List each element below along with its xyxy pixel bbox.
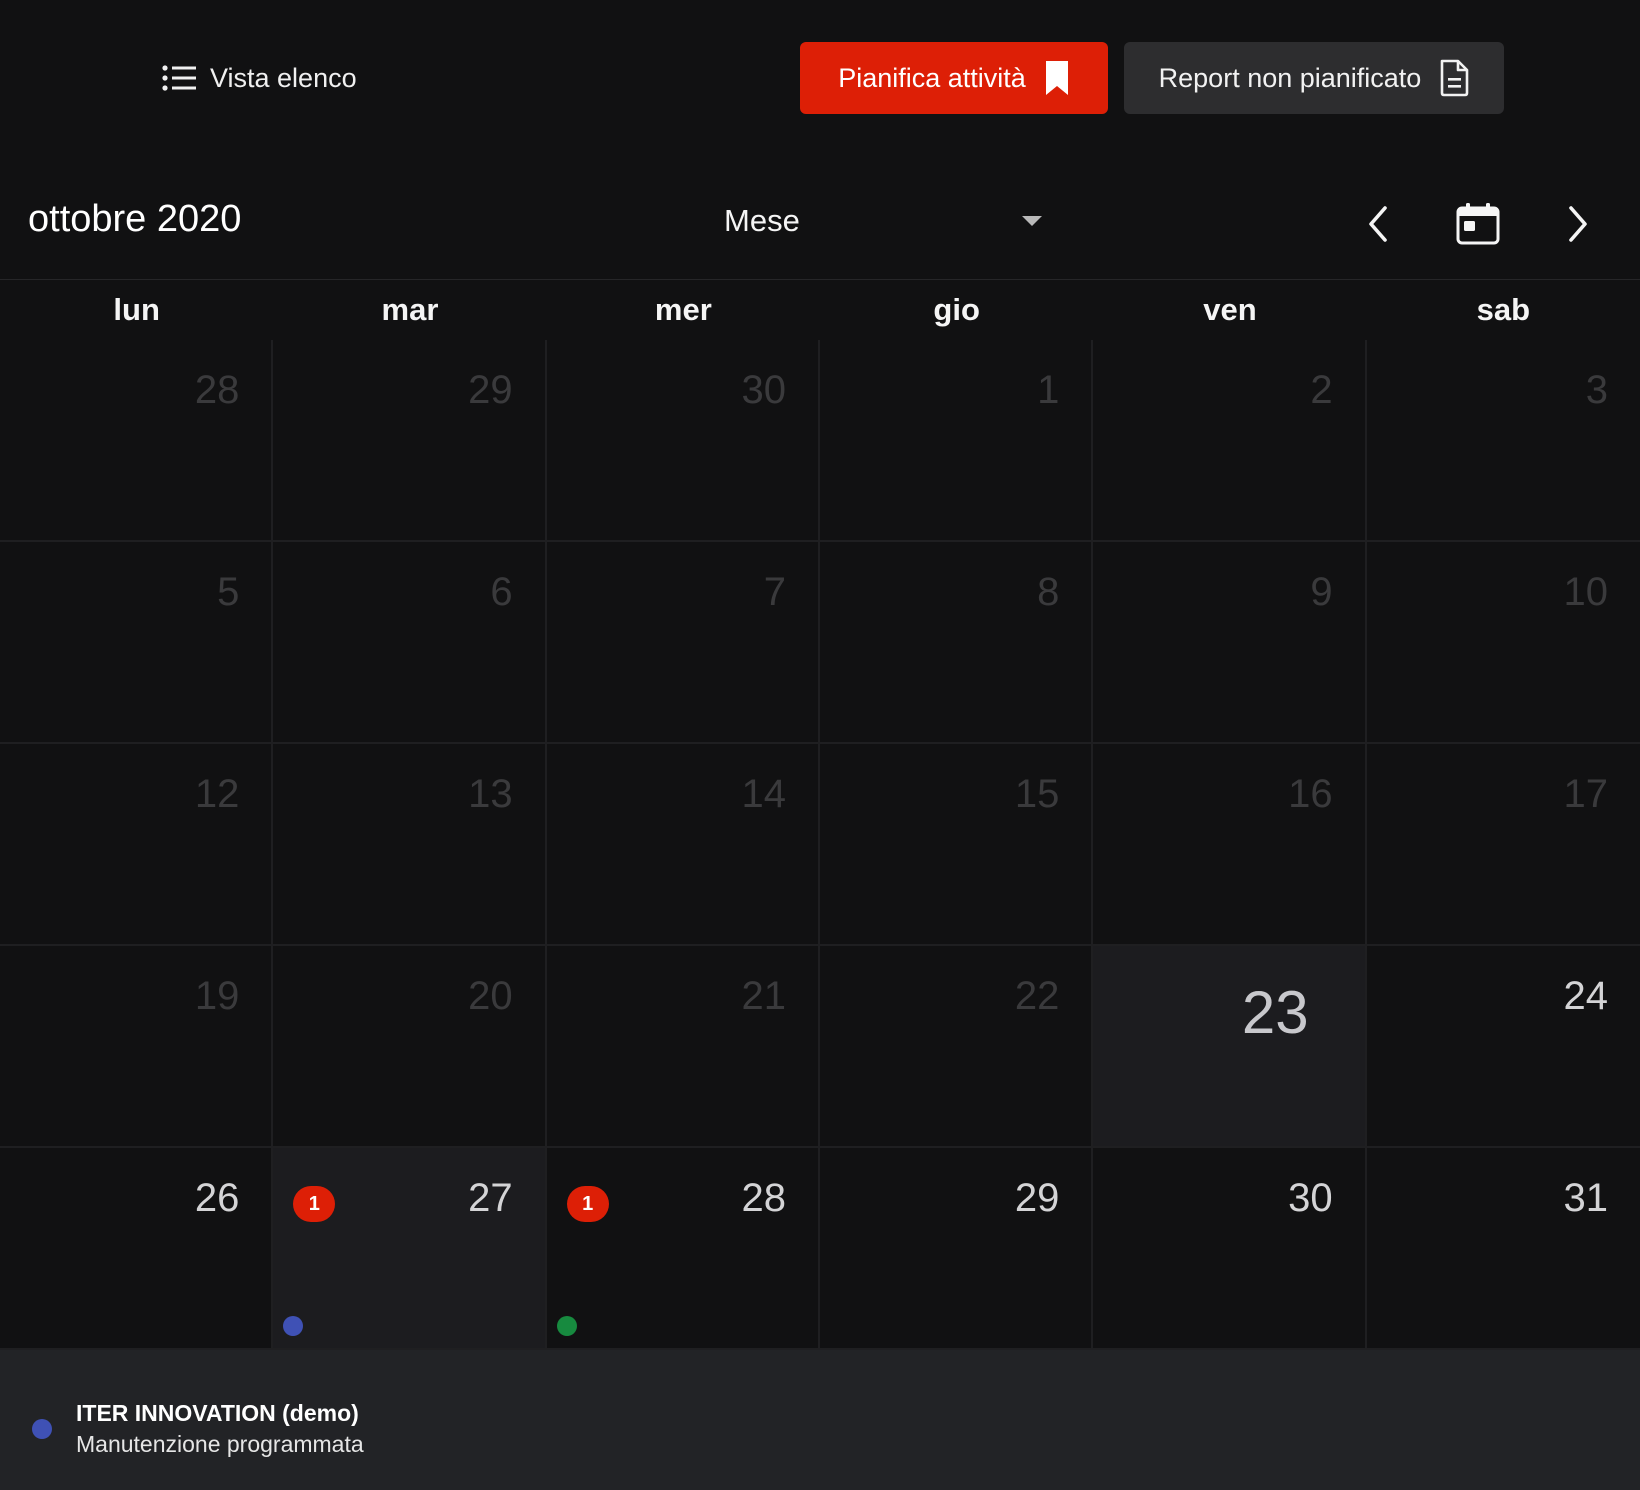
event-count-badge: 1 xyxy=(293,1186,336,1222)
event-text: ITER INNOVATION (demo) Manutenzione prog… xyxy=(76,1400,364,1458)
day-number: 8 xyxy=(1037,570,1060,614)
event-dot xyxy=(556,1316,577,1336)
day-number: 26 xyxy=(194,1176,240,1220)
day-cell[interactable]: 30 xyxy=(546,340,820,542)
day-number: 28 xyxy=(741,1176,787,1220)
day-number: 15 xyxy=(1014,772,1060,816)
view-select[interactable]: Mese xyxy=(724,196,1044,246)
event-count-badge: 1 xyxy=(566,1186,609,1222)
day-number: 17 xyxy=(1563,772,1609,816)
unplanned-report-button[interactable]: Report non pianificato xyxy=(1124,42,1504,114)
day-number: 14 xyxy=(741,772,787,816)
bookmark-icon xyxy=(1044,59,1070,97)
day-number: 21 xyxy=(741,974,787,1018)
day-number: 19 xyxy=(194,974,240,1018)
day-number: 24 xyxy=(1563,974,1609,1018)
day-number: 29 xyxy=(1014,1176,1060,1220)
day-cell[interactable]: 22 xyxy=(820,946,1094,1148)
day-cell[interactable]: 12 xyxy=(0,744,274,946)
event-item[interactable]: ITER INNOVATION (demo) Manutenzione prog… xyxy=(32,1400,364,1458)
event-subtitle: Manutenzione programmata xyxy=(76,1431,364,1457)
weekday-label: sab xyxy=(1476,292,1531,327)
event-color-dot xyxy=(32,1419,52,1439)
day-number: 20 xyxy=(468,974,513,1018)
day-cell[interactable]: 10 xyxy=(1366,542,1640,744)
day-cell[interactable]: 29 xyxy=(273,340,547,542)
day-number: 5 xyxy=(217,570,240,614)
day-cell[interactable]: 21 xyxy=(546,946,820,1148)
day-cell[interactable]: 26 xyxy=(0,1148,274,1350)
list-view-label: Vista elenco xyxy=(210,62,357,93)
day-cell[interactable]: 16 xyxy=(1093,744,1367,946)
next-month-button[interactable] xyxy=(1550,198,1606,254)
event-title: ITER INNOVATION (demo) xyxy=(76,1400,359,1426)
day-cell[interactable]: 28 xyxy=(0,340,274,542)
calendar-grid: 28 29 30 1 2 3 5 6 7 8 9 10 12 13 14 15 16 17 19 20 21 22 23 24… xyxy=(0,340,1640,1350)
day-number: 9 xyxy=(1310,570,1333,614)
day-cell[interactable]: 30 xyxy=(1093,1148,1367,1350)
day-number: 3 xyxy=(1585,368,1608,412)
day-cell[interactable]: 5 xyxy=(0,542,274,744)
view-select-value: Mese xyxy=(724,203,800,238)
list-icon xyxy=(162,65,196,91)
chevron-left-icon xyxy=(1366,205,1390,248)
day-cell[interactable]: 6 xyxy=(273,542,547,744)
day-cell[interactable]: 3 xyxy=(1366,340,1640,542)
day-number: 23 xyxy=(1241,979,1309,1046)
previous-month-button[interactable] xyxy=(1350,198,1406,254)
day-number: 29 xyxy=(468,368,513,412)
today-button[interactable] xyxy=(1450,198,1506,254)
day-cell[interactable]: 20 xyxy=(273,946,547,1148)
day-cell[interactable]: 28 1 xyxy=(546,1148,820,1350)
day-number: 1 xyxy=(1037,368,1060,412)
calendar-icon xyxy=(1455,202,1501,251)
event-list-panel: ITER INNOVATION (demo) Manutenzione prog… xyxy=(0,1350,1640,1490)
day-cell[interactable]: 2 xyxy=(1093,340,1367,542)
weekday-header: lun mar mer gio ven sab xyxy=(0,279,1640,341)
list-view-button[interactable]: Vista elenco xyxy=(162,58,357,98)
day-number: 22 xyxy=(1014,974,1060,1018)
day-cell[interactable]: 24 xyxy=(1366,946,1640,1148)
day-cell[interactable]: 9 xyxy=(1093,542,1367,744)
plan-activity-button[interactable]: Pianifica attività xyxy=(800,42,1108,114)
day-cell[interactable]: 27 1 xyxy=(273,1148,547,1350)
unplanned-report-label: Report non pianificato xyxy=(1158,62,1422,93)
plan-activity-label: Pianifica attività xyxy=(838,62,1026,93)
day-number: 7 xyxy=(763,570,786,614)
day-cell[interactable]: 14 xyxy=(546,744,820,946)
chevron-down-icon xyxy=(1022,216,1042,226)
day-cell[interactable]: 13 xyxy=(273,744,547,946)
day-number: 28 xyxy=(194,368,240,412)
month-title: ottobre 2020 xyxy=(28,198,242,240)
day-cell[interactable]: 29 xyxy=(820,1148,1094,1350)
day-cell[interactable]: 31 xyxy=(1366,1148,1640,1350)
weekday-label: mar xyxy=(381,292,439,327)
calendar-toolbar: ottobre 2020 Mese xyxy=(0,180,1640,280)
event-dot xyxy=(283,1316,304,1336)
top-bar: Vista elenco Pianifica attività Report n… xyxy=(0,0,1640,150)
day-number: 30 xyxy=(741,368,787,412)
weekday-label: lun xyxy=(113,292,160,327)
day-number: 30 xyxy=(1288,1176,1333,1220)
weekday-label: gio xyxy=(933,292,980,327)
day-number: 12 xyxy=(194,772,240,816)
day-number: 10 xyxy=(1563,570,1609,614)
day-cell[interactable]: 7 xyxy=(546,542,820,744)
day-number: 6 xyxy=(490,570,513,614)
day-cell[interactable]: 23 xyxy=(1093,946,1367,1148)
day-number: 2 xyxy=(1310,368,1333,412)
weekday-label: mer xyxy=(654,292,712,327)
day-cell[interactable]: 17 xyxy=(1366,744,1640,946)
day-number: 27 xyxy=(468,1176,513,1220)
document-icon xyxy=(1439,59,1469,97)
day-cell[interactable]: 19 xyxy=(0,946,274,1148)
day-cell[interactable]: 8 xyxy=(820,542,1094,744)
chevron-right-icon xyxy=(1566,205,1590,248)
day-number: 16 xyxy=(1288,772,1333,816)
weekday-label: ven xyxy=(1203,292,1257,327)
day-cell[interactable]: 15 xyxy=(820,744,1094,946)
day-number: 13 xyxy=(468,772,513,816)
day-cell[interactable]: 1 xyxy=(820,340,1094,542)
day-number: 31 xyxy=(1563,1176,1609,1220)
